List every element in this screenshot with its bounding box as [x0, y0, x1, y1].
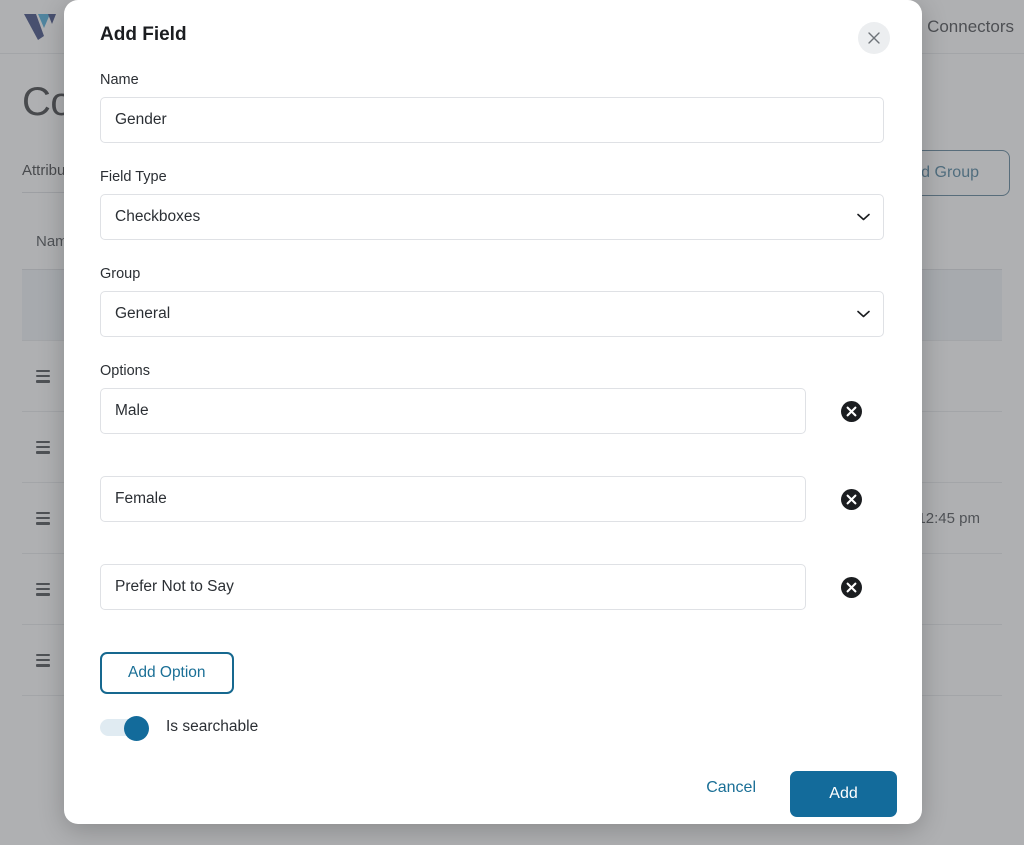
- name-input[interactable]: Gender: [100, 97, 884, 143]
- option-row: Male: [100, 388, 886, 434]
- add-field-dialog: Add Field Name Gender Field Type Checkbo…: [64, 0, 922, 824]
- option-row: Female: [100, 476, 886, 522]
- toggle-knob: [124, 716, 149, 741]
- dialog-title: Add Field: [100, 24, 187, 45]
- name-label: Name: [100, 72, 139, 88]
- cancel-button[interactable]: Cancel: [690, 769, 772, 807]
- remove-circle-icon[interactable]: [840, 400, 862, 422]
- dialog-footer: Cancel Add: [64, 752, 922, 824]
- is-searchable-label: Is searchable: [166, 718, 259, 735]
- options-label: Options: [100, 363, 150, 379]
- option-input[interactable]: Female: [100, 476, 806, 522]
- option-input[interactable]: Male: [100, 388, 806, 434]
- option-input[interactable]: Prefer Not to Say: [100, 564, 806, 610]
- dialog-body: Name Gender Field Type Checkboxes Group …: [64, 72, 922, 741]
- remove-circle-icon[interactable]: [840, 488, 862, 510]
- close-icon[interactable]: [858, 22, 890, 54]
- remove-circle-icon[interactable]: [840, 576, 862, 598]
- add-option-button[interactable]: Add Option: [100, 652, 234, 694]
- options-block: Options Male Female Prefer Not to Say Ad…: [100, 363, 886, 694]
- is-searchable-toggle[interactable]: [100, 716, 152, 741]
- name-field-block: Name Gender: [100, 72, 886, 143]
- is-searchable-row: Is searchable: [100, 716, 886, 741]
- group-field-block: Group General: [100, 266, 886, 337]
- dialog-header: Add Field: [64, 0, 922, 72]
- group-select[interactable]: General: [100, 291, 884, 337]
- field-type-select[interactable]: Checkboxes: [100, 194, 884, 240]
- field-type-block: Field Type Checkboxes: [100, 169, 886, 240]
- option-row: Prefer Not to Say: [100, 564, 886, 610]
- field-type-label: Field Type: [100, 169, 167, 185]
- group-label: Group: [100, 266, 141, 282]
- add-button[interactable]: Add: [790, 771, 897, 817]
